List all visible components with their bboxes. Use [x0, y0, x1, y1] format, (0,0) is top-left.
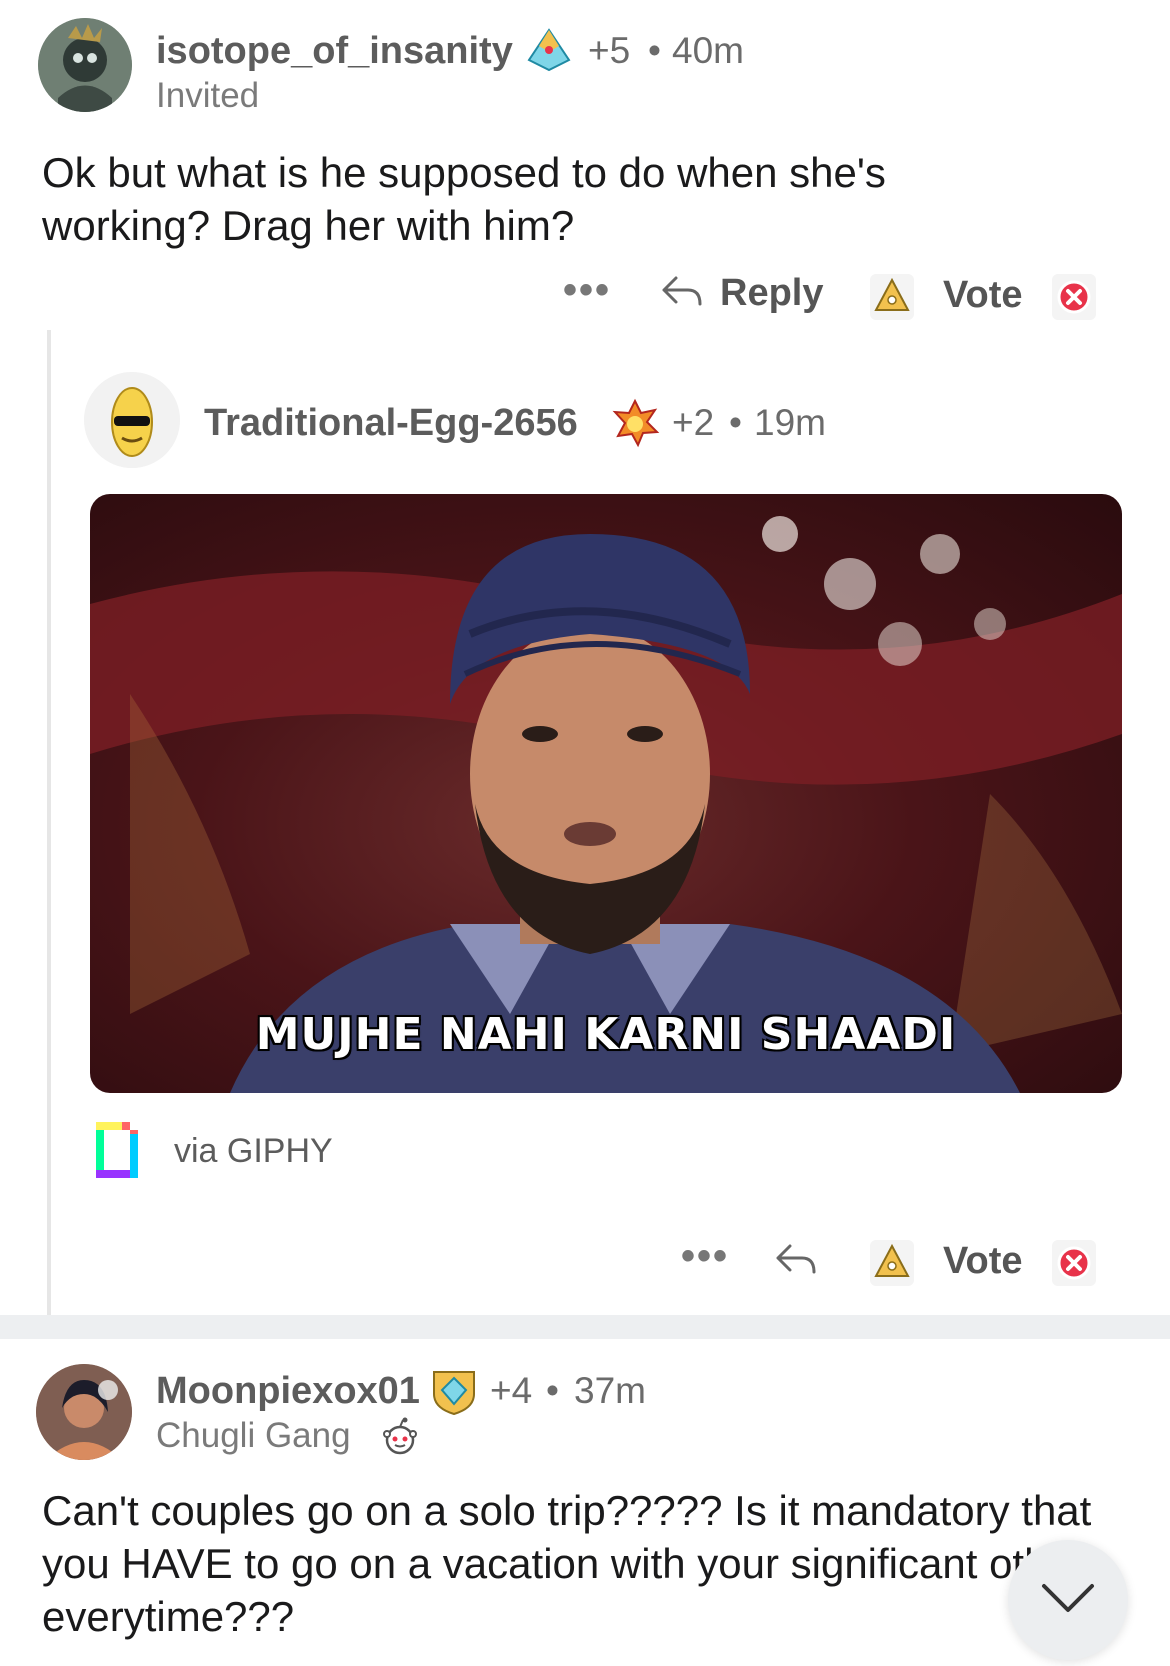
- avatar[interactable]: [84, 372, 180, 468]
- user-flair: Invited: [156, 76, 260, 115]
- comment-divider: [0, 1315, 1170, 1339]
- scroll-down-button[interactable]: [1008, 1540, 1128, 1660]
- comment-body: Can't couples go on a solo trip????? Is …: [42, 1487, 1092, 1640]
- more-options-button[interactable]: •••: [681, 1234, 729, 1279]
- timestamp: 40m: [672, 30, 744, 71]
- upvote-award-icon[interactable]: [868, 1238, 916, 1293]
- vote-button[interactable]: Vote: [943, 274, 1023, 317]
- meta-separator: •: [546, 1370, 559, 1411]
- achievement-badge-icon: [525, 26, 573, 79]
- username[interactable]: Traditional-Egg-2656: [204, 402, 578, 445]
- avatar[interactable]: [38, 18, 132, 112]
- reply-arrow-icon[interactable]: [774, 1242, 818, 1285]
- thread-line[interactable]: [47, 330, 51, 1315]
- timestamp: 19m: [754, 402, 826, 443]
- achievement-badge-icon: [610, 398, 660, 453]
- reply-arrow-icon: [660, 274, 704, 317]
- giphy-logo-icon: [92, 1118, 142, 1187]
- more-options-button[interactable]: •••: [563, 268, 611, 313]
- user-flair: Chugli Gang: [156, 1416, 351, 1455]
- score: +4: [490, 1370, 533, 1411]
- comment-body: Ok but what is he supposed to do when sh…: [42, 149, 886, 249]
- close-x-icon[interactable]: [1050, 1238, 1098, 1293]
- score: +2: [672, 402, 715, 443]
- chevron-down-icon: [1038, 1578, 1098, 1623]
- timestamp: 37m: [574, 1370, 646, 1411]
- gif-embed[interactable]: MUJHE NAHI KARNI SHAADI: [90, 494, 1122, 1093]
- snoo-icon: [380, 1416, 420, 1461]
- score: +5: [588, 30, 631, 71]
- username[interactable]: Moonpiexox01: [156, 1370, 420, 1413]
- meta-separator: •: [729, 402, 742, 443]
- username[interactable]: isotope_of_insanity: [156, 30, 513, 73]
- avatar[interactable]: [36, 1364, 132, 1460]
- reply-label: Reply: [720, 272, 824, 314]
- achievement-badge-icon: [428, 1364, 480, 1421]
- meta-separator: •: [648, 30, 661, 71]
- close-x-icon[interactable]: [1050, 272, 1098, 327]
- upvote-award-icon[interactable]: [868, 272, 916, 327]
- vote-button[interactable]: Vote: [943, 1240, 1023, 1283]
- gif-caption: MUJHE NAHI KARNI SHAADI: [255, 1009, 957, 1060]
- gif-source[interactable]: via GIPHY: [174, 1132, 333, 1171]
